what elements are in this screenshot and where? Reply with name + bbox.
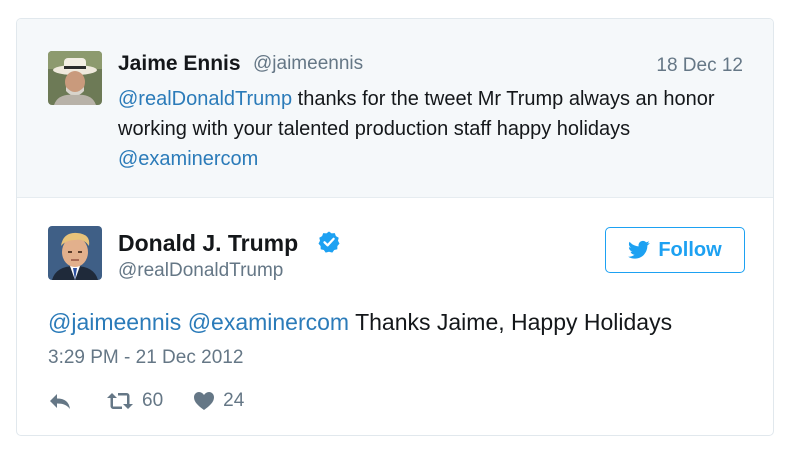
quoted-tweet[interactable]: Jaime Ennis @jaimeennis 18 Dec 12 @realD… [17,19,773,198]
retweet-icon [107,393,133,409]
reply-button[interactable] [48,391,72,411]
mention-link[interactable]: @examinercom [188,309,349,335]
follow-label: Follow [658,238,722,261]
mention-link[interactable]: @jaimeennis [48,309,181,335]
tweet-timestamp[interactable]: 3:29 PM - 21 Dec 2012 [48,347,243,369]
verified-badge-icon [318,231,340,253]
author-handle[interactable]: @realDonaldTrump [118,260,283,282]
quoted-tweet-date[interactable]: 18 Dec 12 [656,55,743,77]
tweet-actions: 60 24 [48,387,244,415]
tweet-text-body: Thanks Jaime, Happy Holidays [349,309,673,335]
quoted-author-name[interactable]: Jaime Ennis [118,52,241,76]
retweet-button[interactable]: 60 [106,390,163,412]
author-name[interactable]: Donald J. Trump [118,230,298,257]
jaime-ennis-avatar[interactable] [48,51,102,105]
like-count: 24 [223,390,245,411]
tweet-embed-card: Jaime Ennis @jaimeennis 18 Dec 12 @realD… [16,18,774,436]
twitter-bird-icon [628,240,650,259]
donald-trump-avatar[interactable] [48,226,102,280]
quoted-author-handle[interactable]: @jaimeennis [253,53,363,75]
mention-link[interactable]: @examinercom [118,148,258,170]
follow-button[interactable]: Follow [605,227,745,273]
retweet-count: 60 [142,390,164,411]
reply-icon [50,394,70,409]
tweet-text: @jaimeennis @examinercom Thanks Jaime, H… [48,309,672,336]
mention-link[interactable]: @realDonaldTrump [118,88,292,110]
heart-icon [194,392,215,410]
quoted-tweet-text: @realDonaldTrump thanks for the tweet Mr… [118,84,738,174]
like-button[interactable]: 24 [193,390,244,412]
